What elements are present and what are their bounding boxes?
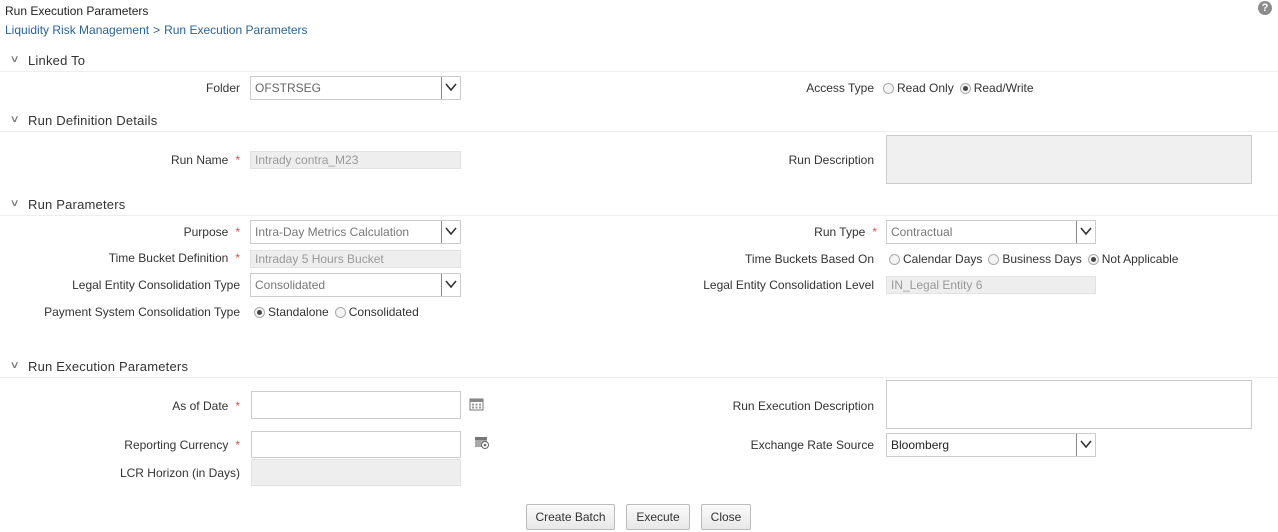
chevron-down-icon[interactable] <box>441 274 460 296</box>
chevron-down-icon[interactable] <box>441 221 460 243</box>
time-buckets-based-on-label: Time Buckets Based On <box>745 252 874 266</box>
time-bucket-label: Time Bucket Definition * <box>60 251 240 265</box>
run-type-select[interactable]: Contractual <box>886 220 1096 244</box>
radio-read-only[interactable]: Read Only <box>883 81 954 95</box>
lookup-icon[interactable] <box>474 436 490 453</box>
reporting-currency-input[interactable] <box>251 431 461 458</box>
radio-label: Read Only <box>897 81 954 95</box>
lcr-horizon-field <box>251 459 461 486</box>
access-type-label: Access Type <box>806 81 874 95</box>
purpose-value: Intra-Day Metrics Calculation <box>255 225 410 239</box>
chevron-down-icon[interactable] <box>1076 434 1095 456</box>
legal-entity-level-field: IN_Legal Entity 6 <box>886 276 1096 294</box>
purpose-label: Purpose * <box>100 225 240 239</box>
chevron-down-icon[interactable] <box>1076 221 1095 243</box>
reporting-currency-label-text: Reporting Currency <box>124 438 229 452</box>
time-bucket-field: Intraday 5 Hours Bucket <box>250 250 461 268</box>
help-icon[interactable]: ? <box>1258 1 1272 15</box>
section-run-parameters[interactable]: ∨ Run Parameters <box>0 196 1278 216</box>
run-exec-desc-label: Run Execution Description <box>732 399 874 413</box>
section-title: Run Definition Details <box>28 113 158 128</box>
run-name-label: Run Name * <box>100 153 240 167</box>
payment-system-radio-group: Standalone Consolidated <box>254 305 425 319</box>
as-of-date-label: As of Date * <box>100 399 240 413</box>
exchange-rate-value: Bloomberg <box>891 438 950 452</box>
radio-label: Read/Write <box>973 81 1034 95</box>
run-description-field <box>886 135 1252 184</box>
run-description-label: Run Description <box>788 153 874 167</box>
page-title: Run Execution Parameters <box>5 4 149 18</box>
breadcrumb-separator: > <box>153 23 161 37</box>
radio-label: Business Days <box>1002 252 1082 266</box>
chevron-down-icon[interactable]: ∨ <box>10 198 20 209</box>
purpose-select[interactable]: Intra-Day Metrics Calculation <box>250 220 461 244</box>
required-mark: * <box>235 153 240 167</box>
exchange-rate-select[interactable]: Bloomberg <box>886 433 1096 457</box>
reporting-currency-label: Reporting Currency * <box>80 438 240 452</box>
time-bucket-label-text: Time Bucket Definition <box>108 251 229 265</box>
radio-selected-icon[interactable] <box>1087 253 1099 265</box>
chevron-down-icon[interactable] <box>441 77 460 99</box>
radio-icon[interactable] <box>988 253 1000 265</box>
section-run-execution[interactable]: ∨ Run Execution Parameters <box>0 358 1278 378</box>
chevron-down-icon[interactable]: ∨ <box>10 54 20 65</box>
lcr-horizon-label: LCR Horizon (in Days) <box>119 466 240 480</box>
create-batch-button[interactable]: Create Batch <box>526 504 615 530</box>
as-of-date-input[interactable] <box>251 391 461 419</box>
run-exec-desc-field[interactable] <box>886 380 1252 429</box>
required-mark: * <box>235 251 240 265</box>
radio-business-days[interactable]: Business Days <box>988 252 1082 266</box>
chevron-down-icon[interactable]: ∨ <box>10 114 20 125</box>
calendar-icon[interactable] <box>469 397 484 414</box>
chevron-down-icon[interactable]: ∨ <box>10 360 20 371</box>
access-type-radio-group: Read Only Read/Write <box>883 81 1040 95</box>
radio-selected-icon[interactable] <box>959 82 971 94</box>
run-name-label-text: Run Name <box>170 153 229 167</box>
payment-system-label: Payment System Consolidation Type <box>44 305 240 319</box>
legal-entity-type-label: Legal Entity Consolidation Type <box>72 278 240 292</box>
radio-not-applicable[interactable]: Not Applicable <box>1087 252 1179 266</box>
section-title: Run Parameters <box>28 197 126 212</box>
required-mark: * <box>872 225 877 239</box>
folder-label: Folder <box>205 81 240 95</box>
radio-selected-icon[interactable] <box>254 306 265 318</box>
section-run-definition[interactable]: ∨ Run Definition Details <box>0 112 1278 132</box>
run-type-value: Contractual <box>891 225 953 239</box>
required-mark: * <box>235 438 240 452</box>
legal-entity-type-value: Consolidated <box>255 278 326 292</box>
section-title: Run Execution Parameters <box>28 359 189 374</box>
radio-consolidated[interactable]: Consolidated <box>334 305 419 319</box>
folder-value: OFSTRSEG <box>255 81 322 95</box>
close-button[interactable]: Close <box>701 504 751 530</box>
run-type-label: Run Type * <box>760 225 877 239</box>
radio-standalone[interactable]: Standalone <box>254 305 329 319</box>
purpose-label-text: Purpose <box>183 225 229 239</box>
run-type-label-text: Run Type <box>814 225 866 239</box>
radio-icon[interactable] <box>889 253 900 265</box>
required-mark: * <box>235 399 240 413</box>
breadcrumb: Liquidity Risk Management > Run Execution … <box>5 23 308 37</box>
exchange-rate-label: Exchange Rate Source <box>750 438 874 452</box>
time-buckets-radio-group: Calendar Days Business Days Not Applicab… <box>889 252 1184 266</box>
radio-read-write[interactable]: Read/Write <box>959 81 1034 95</box>
radio-calendar-days[interactable]: Calendar Days <box>889 252 982 266</box>
legal-entity-level-label: Legal Entity Consolidation Level <box>703 278 874 292</box>
radio-label: Calendar Days <box>903 252 983 266</box>
folder-select[interactable]: OFSTRSEG <box>250 76 461 100</box>
radio-label: Not Applicable <box>1101 252 1179 266</box>
breadcrumb-current[interactable]: Run Execution Parameters <box>164 23 307 37</box>
radio-icon[interactable] <box>334 306 346 318</box>
section-title: Linked To <box>28 53 86 68</box>
breadcrumb-parent[interactable]: Liquidity Risk Management <box>5 23 149 37</box>
section-linked-to[interactable]: ∨ Linked To <box>0 52 1278 72</box>
run-name-field: Intrady contra_M23 <box>250 151 461 169</box>
as-of-date-label-text: As of Date <box>172 399 229 413</box>
required-mark: * <box>235 225 240 239</box>
legal-entity-type-select[interactable]: Consolidated <box>250 273 461 297</box>
radio-label: Consolidated <box>348 305 419 319</box>
radio-icon[interactable] <box>883 82 894 94</box>
execute-button[interactable]: Execute <box>626 504 690 530</box>
radio-label: Standalone <box>268 305 329 319</box>
